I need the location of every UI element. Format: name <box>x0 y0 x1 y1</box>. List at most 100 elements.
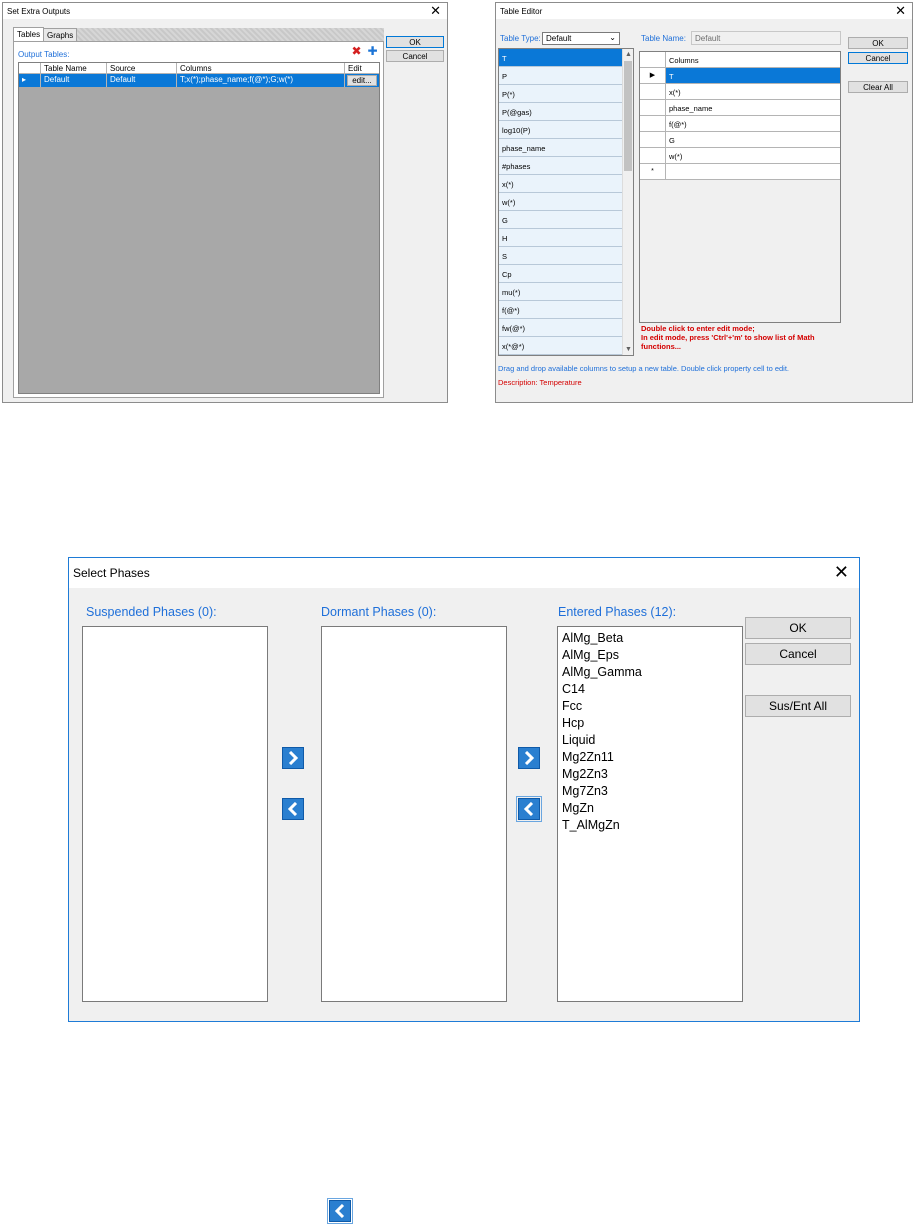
scrollbar[interactable]: ▲ ▼ <box>622 49 633 355</box>
available-column-item[interactable]: fw(@*) <box>499 319 623 337</box>
scroll-thumb[interactable] <box>624 61 632 171</box>
scroll-down-icon[interactable]: ▼ <box>623 344 633 355</box>
delete-icon[interactable]: ✖ <box>350 45 363 58</box>
entered-phases-list[interactable]: AlMg_Beta AlMg_Eps AlMg_Gamma C14 Fcc Hcp Liqu… <box>557 626 743 1002</box>
table-type-select[interactable]: Default ⌄ <box>542 32 620 45</box>
columns-header[interactable]: Columns <box>666 52 840 68</box>
available-column-item[interactable]: phase_name <box>499 139 623 157</box>
table-row[interactable]: ▶ T <box>640 68 840 84</box>
list-item[interactable]: AlMg_Beta <box>558 630 742 647</box>
ok-button[interactable]: OK <box>745 617 851 639</box>
column-cell[interactable]: w(*) <box>666 148 840 164</box>
suspended-phases-label: Suspended Phases (0): <box>86 605 217 619</box>
row-header[interactable] <box>640 116 666 132</box>
available-column-item[interactable]: log10(P) <box>499 121 623 139</box>
cancel-button[interactable]: Cancel <box>848 52 908 64</box>
row-header[interactable] <box>640 84 666 100</box>
list-item[interactable]: Mg7Zn3 <box>558 783 742 800</box>
close-icon[interactable]: ✕ <box>895 4 906 17</box>
add-icon[interactable]: ✚ <box>366 45 379 58</box>
cell-table-name[interactable]: Default <box>41 74 107 87</box>
tab-graphs[interactable]: Graphs <box>43 28 78 41</box>
available-column-item[interactable]: f(@*) <box>499 301 623 319</box>
table-row[interactable]: f(@*) <box>640 116 840 132</box>
table-name-field[interactable]: Default <box>691 31 841 45</box>
column-cell[interactable]: phase_name <box>666 100 840 116</box>
tables-tab-page: Output Tables: ✖ ✚ Table Name Source Col… <box>13 41 384 398</box>
col-header-table-name[interactable]: Table Name <box>41 63 107 73</box>
column-cell[interactable]: x(*) <box>666 84 840 100</box>
list-item[interactable]: Liquid <box>558 732 742 749</box>
col-header-columns[interactable]: Columns <box>177 63 345 73</box>
row-header[interactable] <box>640 100 666 116</box>
available-column-item[interactable]: x(*) <box>499 175 623 193</box>
row-header[interactable] <box>640 148 666 164</box>
move-to-dormant-from-entered-button[interactable] <box>516 796 542 822</box>
list-item[interactable]: Mg2Zn11 <box>558 749 742 766</box>
close-icon[interactable]: ✕ <box>834 563 849 581</box>
table-row[interactable]: w(*) <box>640 148 840 164</box>
dialog-title: Table Editor <box>500 7 543 16</box>
output-tables-label: Output Tables: <box>18 50 70 59</box>
new-row[interactable]: * <box>640 164 840 180</box>
table-row[interactable]: ▸ Default Default T;x(*);phase_name;f(@*… <box>19 74 379 87</box>
col-header-source[interactable]: Source <box>107 63 177 73</box>
move-to-entered-button[interactable] <box>518 747 540 769</box>
cancel-button[interactable]: Cancel <box>745 643 851 665</box>
edit-button[interactable]: edit... <box>347 75 377 86</box>
column-cell[interactable]: G <box>666 132 840 148</box>
list-item[interactable]: Hcp <box>558 715 742 732</box>
current-row-marker-icon: ▸ <box>19 74 41 87</box>
suspended-phases-list[interactable] <box>82 626 268 1002</box>
cancel-button[interactable]: Cancel <box>386 50 444 62</box>
list-item[interactable]: T_AlMgZn <box>558 817 742 834</box>
new-column-cell[interactable] <box>666 164 840 180</box>
available-column-item[interactable]: P <box>499 67 623 85</box>
available-column-item[interactable]: #phases <box>499 157 623 175</box>
table-row[interactable]: phase_name <box>640 100 840 116</box>
list-item[interactable]: Mg2Zn3 <box>558 766 742 783</box>
row-header[interactable] <box>640 132 666 148</box>
list-item[interactable]: Fcc <box>558 698 742 715</box>
available-column-item[interactable]: P(@gas) <box>499 103 623 121</box>
clear-all-button[interactable]: Clear All <box>848 81 908 93</box>
ok-button[interactable]: OK <box>848 37 908 49</box>
select-phases-dialog: Select Phases ✕ Suspended Phases (0): Do… <box>68 557 860 1022</box>
available-column-item[interactable]: H <box>499 229 623 247</box>
scroll-up-icon[interactable]: ▲ <box>623 49 633 60</box>
cell-source[interactable]: Default <box>107 74 177 87</box>
current-row-marker-icon[interactable]: ▶ <box>640 68 666 84</box>
ok-button[interactable]: OK <box>386 36 444 48</box>
sus-ent-all-button[interactable]: Sus/Ent All <box>745 695 851 717</box>
available-column-item[interactable]: w(*) <box>499 193 623 211</box>
dormant-phases-list[interactable] <box>321 626 507 1002</box>
col-header-edit[interactable]: Edit <box>345 63 379 73</box>
column-cell[interactable]: f(@*) <box>666 116 840 132</box>
list-item[interactable]: C14 <box>558 681 742 698</box>
set-extra-outputs-dialog: Set Extra Outputs ✕ Tables Graphs Output… <box>2 2 448 403</box>
title-bar: Table Editor ✕ <box>496 3 912 19</box>
move-left-button[interactable] <box>327 1198 353 1224</box>
available-column-item[interactable]: P(*) <box>499 85 623 103</box>
move-to-suspended-button[interactable] <box>282 798 304 820</box>
available-column-item[interactable]: G <box>499 211 623 229</box>
close-icon[interactable]: ✕ <box>430 4 441 17</box>
available-column-item[interactable]: T <box>499 49 623 67</box>
list-item[interactable]: AlMg_Gamma <box>558 664 742 681</box>
dialog-title: Select Phases <box>73 566 150 580</box>
available-column-item[interactable]: S <box>499 247 623 265</box>
column-cell[interactable]: T <box>666 68 840 84</box>
cell-columns[interactable]: T;x(*);phase_name;f(@*);G;w(*) <box>177 74 345 87</box>
available-column-item[interactable]: x(*@*) <box>499 337 623 355</box>
table-row[interactable]: G <box>640 132 840 148</box>
available-columns-list[interactable]: x(*@*) fw(@*) f(@*) mu(*) Cp S H Gw(*) x(*) #phas… <box>498 48 634 356</box>
help-text: Drag and drop available columns to setup… <box>498 364 789 373</box>
tab-tables[interactable]: Tables <box>13 27 45 42</box>
available-column-item[interactable]: Cp <box>499 265 623 283</box>
move-to-dormant-button[interactable] <box>282 747 304 769</box>
list-item[interactable]: AlMg_Eps <box>558 647 742 664</box>
columns-grid[interactable]: Columns ▶ Tx(*) phase_name f(@*) Gw(*) * <box>639 51 841 323</box>
available-column-item[interactable]: mu(*) <box>499 283 623 301</box>
table-row[interactable]: x(*) <box>640 84 840 100</box>
list-item[interactable]: MgZn <box>558 800 742 817</box>
